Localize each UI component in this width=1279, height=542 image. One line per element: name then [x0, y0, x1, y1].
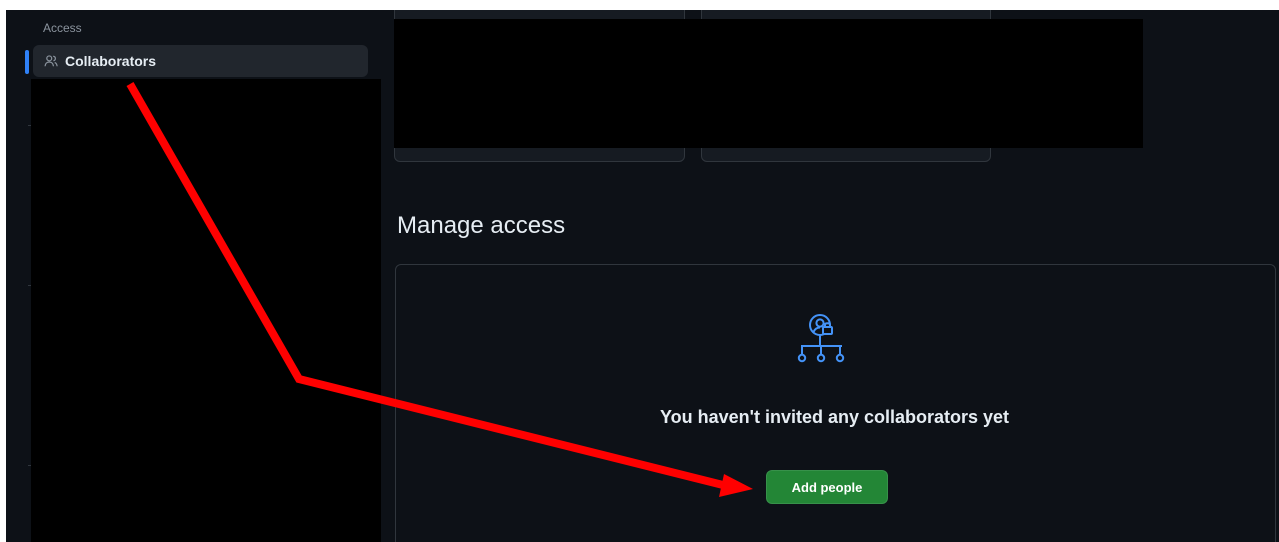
redacted-area: [31, 79, 381, 542]
sidebar-active-indicator: [25, 50, 29, 74]
sidebar-section-heading: Access: [43, 21, 82, 35]
redacted-area: [394, 19, 1143, 148]
sidebar-item-label: Collaborators: [65, 53, 157, 69]
divider: [28, 125, 31, 126]
people-icon: [43, 53, 59, 69]
sidebar-item-collaborators[interactable]: Collaborators: [33, 45, 368, 77]
divider: [28, 285, 31, 286]
collaborators-org-icon: [794, 313, 854, 373]
add-people-button[interactable]: Add people: [766, 470, 888, 504]
app-screen: Access Collaborators Manage access You h…: [6, 10, 1279, 542]
empty-state-message: You haven't invited any collaborators ye…: [659, 407, 1010, 427]
section-title: Manage access: [397, 212, 566, 239]
divider: [28, 465, 31, 466]
